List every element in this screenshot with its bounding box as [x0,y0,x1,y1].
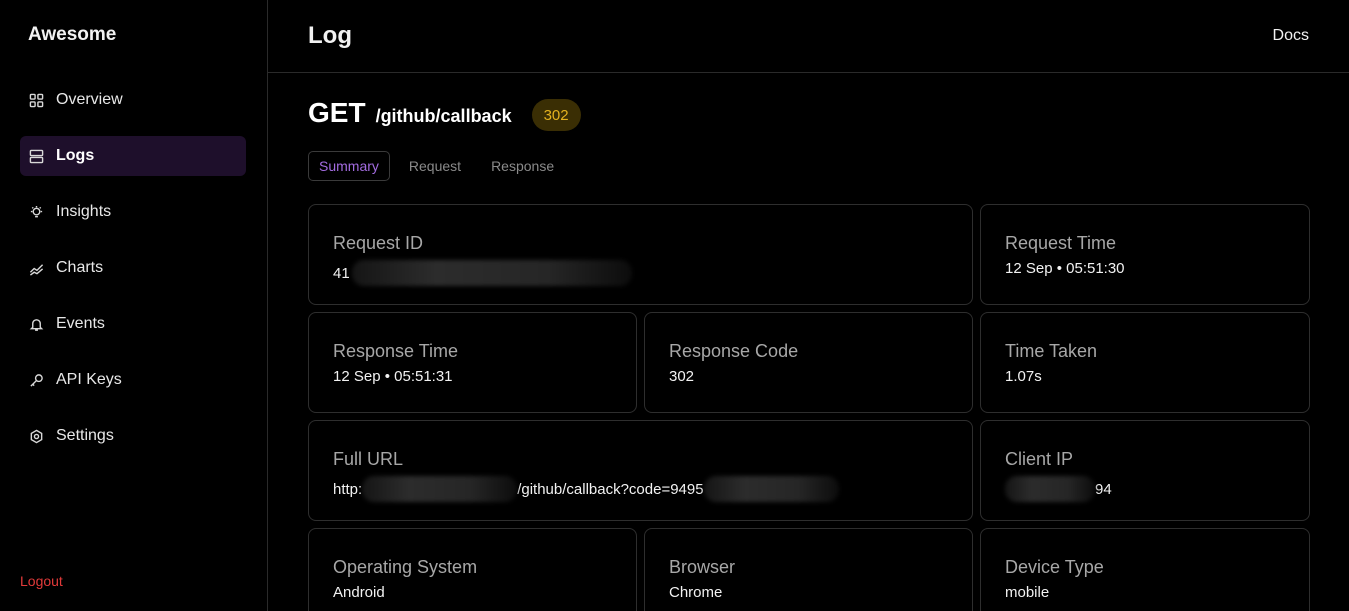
card-value: http: /github/callback?code=9495 [333,476,948,502]
sidebar-item-overview[interactable]: Overview [20,80,246,120]
bell-icon [28,316,44,332]
card-full-url: Full URL http: /github/callback?code=949… [308,420,973,521]
sidebar-nav: Overview Logs Insights Charts Events API… [20,80,246,472]
sidebar-item-label: Logs [56,147,95,164]
sidebar-item-label: Charts [56,259,104,276]
card-label: Client IP [1005,449,1074,469]
redacted-blur [1005,476,1095,502]
page-title: Log [308,22,352,49]
lightbulb-icon [28,204,44,220]
card-value: 12 Sep • 05:51:31 [333,368,453,385]
card-value: 12 Sep • 05:51:30 [1005,260,1125,277]
logout-button[interactable]: Logout [20,573,63,589]
redacted-blur [703,476,839,502]
card-time-taken: Time Taken 1.07s [980,312,1310,413]
card-request-time: Request Time 12 Sep • 05:51:30 [980,204,1310,305]
sidebar-item-label: Settings [56,427,114,444]
tab-response[interactable]: Response [480,151,565,181]
detail-tabs: Summary Request Response [308,151,1310,181]
log-detail: GET /github/callback 302 Summary Request… [268,97,1349,611]
redacted-blur [351,260,632,286]
card-value: mobile [1005,584,1050,601]
sidebar-item-settings[interactable]: Settings [20,416,246,456]
card-request-id: Request ID 41 [308,204,973,305]
sidebar-item-logs[interactable]: Logs [20,136,246,176]
sidebar-item-label: Events [56,315,105,332]
sidebar-item-label: Overview [56,91,123,108]
card-label: Full URL [333,449,404,469]
card-label: Response Code [669,341,799,361]
card-response-code: Response Code 302 [644,312,973,413]
sidebar-item-api-keys[interactable]: API Keys [20,360,246,400]
ip-suffix: 94 [1095,480,1112,498]
card-label: Request ID [333,233,424,253]
sidebar-item-label: Insights [56,203,112,220]
card-operating-system: Operating System Android [308,528,637,611]
sidebar-item-events[interactable]: Events [20,304,246,344]
status-badge: 302 [531,99,581,131]
card-value: Chrome [669,584,723,601]
sidebar-item-label: API Keys [56,371,122,388]
request-path: /github/callback [375,106,512,126]
tab-summary[interactable]: Summary [308,151,390,181]
gear-icon [28,428,44,444]
grid-icon [28,92,44,108]
sidebar-item-insights[interactable]: Insights [20,192,246,232]
url-prefix: http: [333,480,363,498]
server-icon [28,148,44,164]
trend-icon [28,260,44,276]
main-panel: Log Docs GET /github/callback 302 Summar… [268,0,1349,611]
card-label: Time Taken [1005,341,1098,361]
card-label: Browser [669,557,736,577]
sidebar: Awesome Overview Logs Insights Charts Ev… [0,0,268,611]
docs-link[interactable]: Docs [1273,27,1309,45]
redacted-blur [362,476,518,502]
app-root: Awesome Overview Logs Insights Charts Ev… [0,0,1349,611]
sidebar-item-charts[interactable]: Charts [20,248,246,288]
top-bar: Log Docs [268,0,1349,73]
url-path: /github/callback?code=9495 [517,480,704,498]
card-response-time: Response Time 12 Sep • 05:51:31 [308,312,637,413]
summary-grid: Request ID 41 Request Time 12 Sep • 05:5… [308,204,1310,611]
request-id-value: 41 [333,264,350,282]
card-value: 41 [333,260,948,286]
card-label: Request Time [1005,233,1117,253]
card-value: Android [333,584,385,601]
card-value: 1.07s [1005,368,1042,385]
brand-logo: Awesome [28,24,117,45]
card-label: Response Time [333,341,459,361]
card-label: Device Type [1005,557,1104,577]
card-value: 94 [1005,476,1285,502]
card-device-type: Device Type mobile [980,528,1310,611]
card-client-ip: Client IP 94 [980,420,1310,521]
tab-request[interactable]: Request [398,151,472,181]
request-heading: GET /github/callback 302 [308,97,1310,133]
card-label: Operating System [333,557,478,577]
card-value: 302 [669,368,695,385]
card-browser: Browser Chrome [644,528,973,611]
http-method: GET [308,97,366,128]
key-icon [28,372,44,388]
